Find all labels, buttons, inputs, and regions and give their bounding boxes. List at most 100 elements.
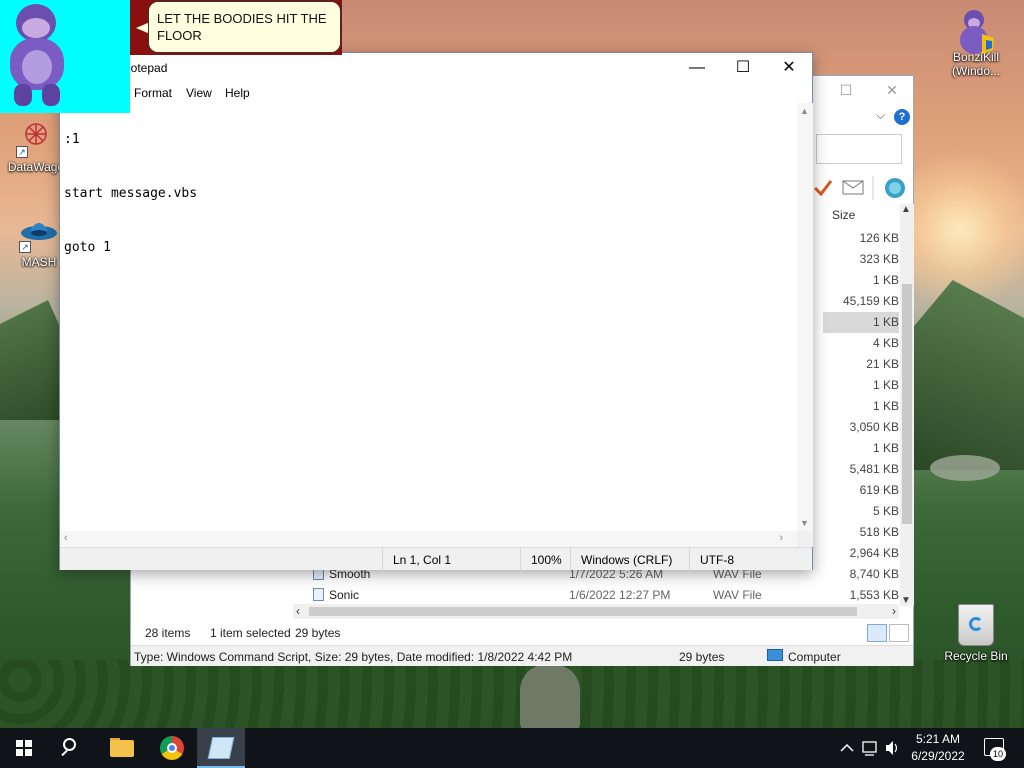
scroll-up-icon[interactable]: ▲ — [800, 106, 809, 116]
scroll-right-icon[interactable]: › — [892, 604, 896, 618]
size-cell: 126 KB — [859, 231, 899, 245]
scroll-right-icon[interactable]: › — [779, 532, 783, 544]
wallpaper-water — [930, 455, 1000, 481]
file-name: Sonic — [329, 588, 360, 602]
volume-icon[interactable] — [886, 741, 893, 755]
search-icon — [63, 738, 76, 751]
size-cell: 619 KB — [859, 483, 899, 497]
size-cell: 5 KB — [872, 504, 899, 518]
file-type: WAV File — [713, 588, 762, 602]
scroll-down-icon[interactable]: ▼ — [901, 595, 911, 606]
file-size: 8,740 KB — [849, 567, 899, 581]
speech-bubble[interactable]: LET THE BOODIES HIT THE FLOOR — [148, 1, 341, 53]
size-cell: 45,159 KB — [842, 294, 899, 308]
explorer-search-box[interactable] — [816, 134, 902, 164]
close-button[interactable]: ✕ — [766, 53, 812, 83]
check-icon[interactable] — [813, 180, 833, 197]
size-cell: 21 KB — [866, 357, 899, 371]
scroll-left-icon[interactable]: ‹ — [296, 604, 300, 618]
file-date: 1/6/2022 12:27 PM — [569, 588, 671, 602]
folder-icon — [110, 740, 134, 757]
start-button[interactable] — [0, 728, 48, 768]
maximize-icon[interactable]: ☐ — [836, 82, 856, 100]
explorer-toolbar — [811, 176, 911, 200]
details-location: Computer — [788, 650, 841, 664]
notepad-window[interactable]: Notepad — ☐ ✕ Format View Help :1 start … — [59, 52, 813, 571]
encoding: UTF-8 — [689, 548, 813, 571]
large-icons-view-icon[interactable] — [889, 624, 909, 642]
notification-count-badge: 10 — [990, 747, 1006, 761]
text-editor[interactable]: :1 start message.vbs goto 1 — [60, 103, 797, 531]
notepad-titlebar[interactable]: Notepad — ☐ ✕ — [60, 53, 812, 83]
menu-format[interactable]: Format — [134, 86, 172, 100]
editor-line: start message.vbs — [64, 186, 198, 201]
file-size: 1,553 KB — [849, 588, 899, 602]
size-cell: 323 KB — [859, 252, 899, 266]
editor-line: goto 1 — [64, 240, 111, 255]
scroll-down-icon[interactable]: ▼ — [800, 518, 809, 528]
desktop-icon-recycle-bin[interactable]: Recycle Bin — [938, 604, 1014, 663]
help-icon[interactable]: ? — [894, 109, 910, 125]
network-icon[interactable] — [862, 741, 877, 753]
editor-vertical-scrollbar[interactable]: ▲ ▼ — [797, 103, 813, 531]
mash-icon: ↗ — [19, 213, 59, 253]
details-text: Type: Windows Command Script, Size: 29 b… — [134, 650, 573, 664]
shortcut-arrow-icon: ↗ — [16, 146, 28, 158]
shortcut-arrow-icon: ↗ — [19, 241, 31, 253]
scroll-up-icon[interactable]: ▲ — [901, 204, 911, 215]
notepad-icon — [207, 737, 235, 759]
speech-text: LET THE BOODIES HIT THE FLOOR — [157, 11, 327, 43]
taskbar-chrome[interactable] — [148, 728, 196, 768]
size-cell: 1 KB — [872, 399, 899, 413]
clock-date: 6/29/2022 — [911, 749, 965, 763]
editor-line: :1 — [64, 132, 80, 147]
desktop-icon-label: Recycle Bin — [944, 649, 1008, 663]
close-icon[interactable]: ✕ — [882, 82, 902, 100]
bonzi-gorilla-icon[interactable] — [6, 4, 70, 106]
view-switcher — [867, 624, 911, 642]
scroll-left-icon[interactable]: ‹ — [64, 532, 68, 544]
editor-horizontal-scrollbar[interactable]: ‹ › — [60, 531, 797, 547]
maximize-button[interactable]: ☐ — [720, 53, 766, 83]
taskbar: 5:21 AM 6/29/2022 10 — [0, 728, 1024, 768]
wav-file-icon — [313, 588, 324, 601]
wallpaper-river — [520, 665, 580, 730]
explorer-horizontal-scrollbar[interactable]: ‹ › — [293, 604, 899, 619]
wallpaper-forest — [0, 660, 1024, 730]
bonzi-assistant[interactable] — [0, 0, 130, 113]
minimize-button[interactable]: — — [674, 53, 720, 83]
size-column: 126 KB 323 KB 1 KB 45,159 KB 1 KB 4 KB 21 KB 1 … — [823, 228, 899, 564]
size-cell: 1 KB — [872, 378, 899, 392]
size-cell: 4 KB — [872, 336, 899, 350]
scrollbar-thumb[interactable] — [902, 284, 912, 524]
details-view-icon[interactable] — [867, 624, 887, 642]
menu-view[interactable]: View — [186, 86, 212, 100]
size-cell: 518 KB — [859, 525, 899, 539]
notepad-status-bar: Ln 1, Col 1 100% Windows (CRLF) UTF-8 — [60, 547, 813, 571]
explorer-details-bar: Type: Windows Command Script, Size: 29 b… — [131, 645, 913, 666]
item-count: 28 items — [145, 626, 191, 640]
computer-icon — [767, 649, 783, 661]
datawago-icon: ↗ — [16, 118, 56, 158]
taskbar-notepad[interactable] — [197, 728, 245, 768]
taskbar-file-explorer[interactable] — [98, 728, 146, 768]
explorer-vertical-scrollbar[interactable]: ▲ ▼ — [900, 204, 914, 606]
desktop-icon-bonzikill[interactable]: BonziKill (Windo... — [938, 8, 1014, 78]
selection-count: 1 item selected — [210, 626, 291, 640]
scrollbar-thumb[interactable] — [309, 607, 857, 616]
system-clock[interactable]: 5:21 AM 6/29/2022 — [903, 731, 973, 765]
details-size: 29 bytes — [679, 650, 725, 664]
file-row[interactable]: Sonic 1/6/2022 12:27 PM WAV File 1,553 K… — [309, 585, 899, 606]
menu-help[interactable]: Help — [225, 86, 250, 100]
size-cell: 1 KB — [872, 441, 899, 455]
taskbar-search-button[interactable] — [48, 728, 96, 768]
chevron-down-icon[interactable]: ⌵ — [876, 108, 885, 123]
chevron-up-icon[interactable] — [840, 743, 854, 752]
scrollbar-corner — [797, 531, 813, 547]
size-cell: 5,481 KB — [849, 462, 899, 476]
selection-size: 29 bytes — [295, 626, 341, 640]
cursor-position: Ln 1, Col 1 — [382, 548, 522, 571]
size-column-header[interactable]: Size — [823, 204, 903, 226]
system-tray — [838, 728, 900, 768]
menu-bar: Format View Help — [60, 83, 812, 103]
